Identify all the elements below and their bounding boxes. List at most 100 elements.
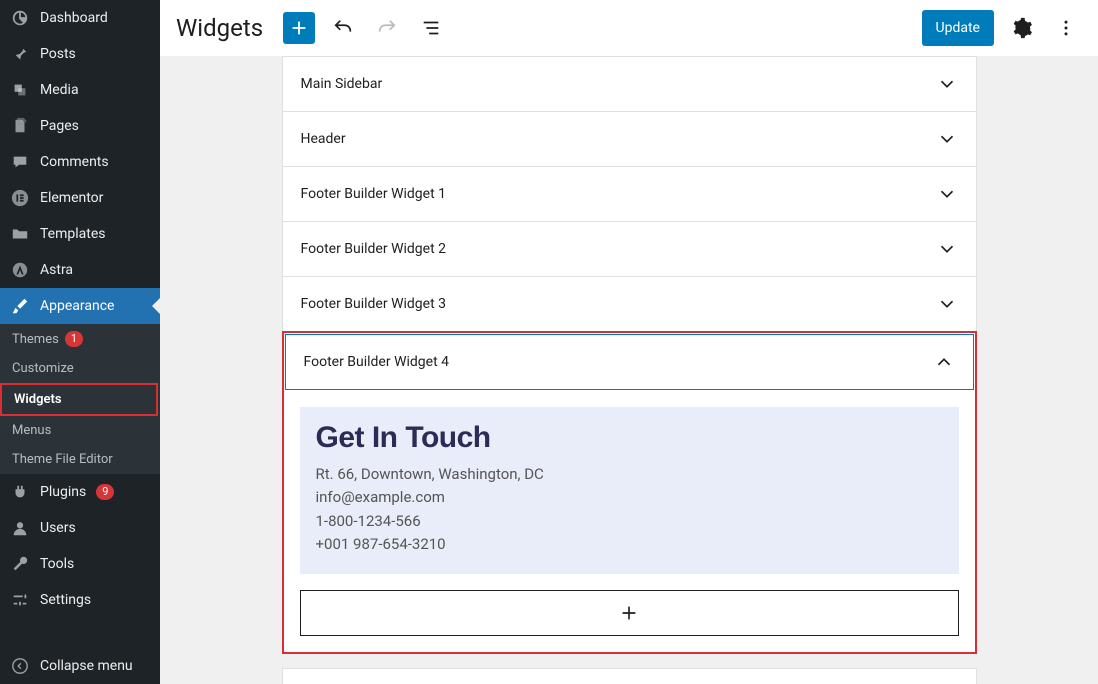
panel-header[interactable]: Footer Builder Widget 4 [285,334,974,390]
list-view-button[interactable] [415,12,447,44]
folder-icon [10,224,30,244]
dashboard-icon [10,8,30,28]
chevron-up-icon [933,351,955,373]
sidebar-label: Dashboard [40,10,108,26]
widget-areas-list: Main Sidebar Header Footer Builder Widge… [282,56,977,684]
elementor-icon [10,188,30,208]
sidebar-label: Media [40,82,79,98]
sidebar-item-comments[interactable]: Comments [0,144,160,180]
collapse-label: Collapse menu [40,658,133,674]
comments-icon [10,152,30,172]
main-area: Widgets Update Main Sidebar [160,0,1098,684]
sidebar-label: Pages [40,118,79,134]
badge: 9 [96,484,114,500]
sidebar-label: Templates [40,226,106,242]
sidebar-item-plugins[interactable]: Plugins 9 [0,474,160,510]
admin-sidebar: Dashboard Posts Media Pages Comments Ele… [0,0,160,684]
panel-title: Footer Builder Widget 1 [301,186,447,202]
sidebar-label: Posts [40,46,76,62]
update-button[interactable]: Update [922,10,994,46]
submenu-label: Theme File Editor [12,452,113,467]
panel-body: Get In Touch Rt. 66, Downtown, Washingto… [284,391,975,652]
submenu-label: Customize [12,361,74,376]
editor-toolbar: Widgets Update [160,0,1098,56]
sidebar-item-media[interactable]: Media [0,72,160,108]
panel-header[interactable]: Inactive widgets [283,669,976,684]
collapse-icon [10,656,30,676]
settings-sliders-icon [10,590,30,610]
panel-title: Footer Builder Widget 3 [301,296,447,312]
panel-header[interactable]: Footer Builder Widget 2 [283,222,976,276]
panel-title: Footer Builder Widget 4 [304,354,450,370]
panel-title: Header [301,131,346,147]
wrench-icon [10,554,30,574]
submenu-item-themes[interactable]: Themes 1 [0,324,160,354]
sidebar-item-templates[interactable]: Templates [0,216,160,252]
appearance-submenu: Themes 1 Customize Widgets Menus Theme F… [0,324,160,474]
submenu-label: Themes [12,332,59,347]
sidebar-label: Comments [40,154,109,170]
submenu-item-widgets[interactable]: Widgets [0,383,158,416]
chevron-down-icon [936,128,958,150]
sidebar-label: Plugins [40,484,86,500]
redo-button[interactable] [371,12,403,44]
sidebar-item-pages[interactable]: Pages [0,108,160,144]
sidebar-item-astra[interactable]: Astra [0,252,160,288]
collapse-menu[interactable]: Collapse menu [0,648,160,684]
panel-footer-2: Footer Builder Widget 2 [282,221,977,277]
page-title: Widgets [176,14,263,42]
sidebar-item-tools[interactable]: Tools [0,546,160,582]
submenu-item-menus[interactable]: Menus [0,416,160,445]
widget-text-line: Rt. 66, Downtown, Washington, DC [316,463,943,486]
panel-footer-4: Footer Builder Widget 4 Get In Touch Rt.… [282,331,977,654]
sidebar-item-users[interactable]: Users [0,510,160,546]
panel-header[interactable]: Header [283,112,976,166]
panel-footer-1: Footer Builder Widget 1 [282,166,977,222]
chevron-down-icon [936,238,958,260]
panel-header[interactable]: Footer Builder Widget 1 [283,167,976,221]
submenu-item-customize[interactable]: Customize [0,354,160,383]
sidebar-label: Elementor [40,190,103,206]
sidebar-item-settings[interactable]: Settings [0,582,160,618]
add-block-button[interactable] [283,12,315,44]
sidebar-item-posts[interactable]: Posts [0,36,160,72]
panel-inactive-widgets: Inactive widgets [282,668,977,684]
panel-header[interactable]: Main Sidebar [283,57,976,111]
user-icon [10,518,30,538]
sidebar-label: Users [40,520,76,536]
panel-footer-3: Footer Builder Widget 3 [282,276,977,332]
settings-button[interactable] [1006,12,1038,44]
more-options-button[interactable] [1050,12,1082,44]
panel-title: Main Sidebar [301,76,383,92]
sidebar-label: Tools [40,556,74,572]
chevron-down-icon [936,183,958,205]
widget-text-line: info@example.com [316,486,943,509]
widget-text-line: +001 987-654-3210 [316,533,943,556]
chevron-down-icon [936,293,958,315]
brush-icon [10,296,30,316]
sidebar-item-dashboard[interactable]: Dashboard [0,0,160,36]
pages-icon [10,116,30,136]
panel-title: Footer Builder Widget 2 [301,241,447,257]
sidebar-item-appearance[interactable]: Appearance [0,288,160,324]
plug-icon [10,482,30,502]
submenu-label: Menus [12,423,51,438]
panel-main-sidebar: Main Sidebar [282,56,977,112]
sidebar-label: Appearance [40,298,114,314]
sidebar-item-elementor[interactable]: Elementor [0,180,160,216]
chevron-down-icon [936,73,958,95]
submenu-item-theme-file-editor[interactable]: Theme File Editor [0,445,160,474]
media-icon [10,80,30,100]
panel-header[interactable]: Footer Builder Widget 3 [283,277,976,331]
astra-icon [10,260,30,280]
pin-icon [10,44,30,64]
submenu-label: Widgets [14,392,62,407]
undo-button[interactable] [327,12,359,44]
panel-header-area: Header [282,111,977,167]
plus-icon [618,602,640,624]
sidebar-label: Settings [40,592,91,608]
add-block-inline-button[interactable] [300,590,959,636]
widget-block[interactable]: Get In Touch Rt. 66, Downtown, Washingto… [300,407,959,574]
widget-heading: Get In Touch [316,421,943,455]
sidebar-label: Astra [40,262,73,278]
